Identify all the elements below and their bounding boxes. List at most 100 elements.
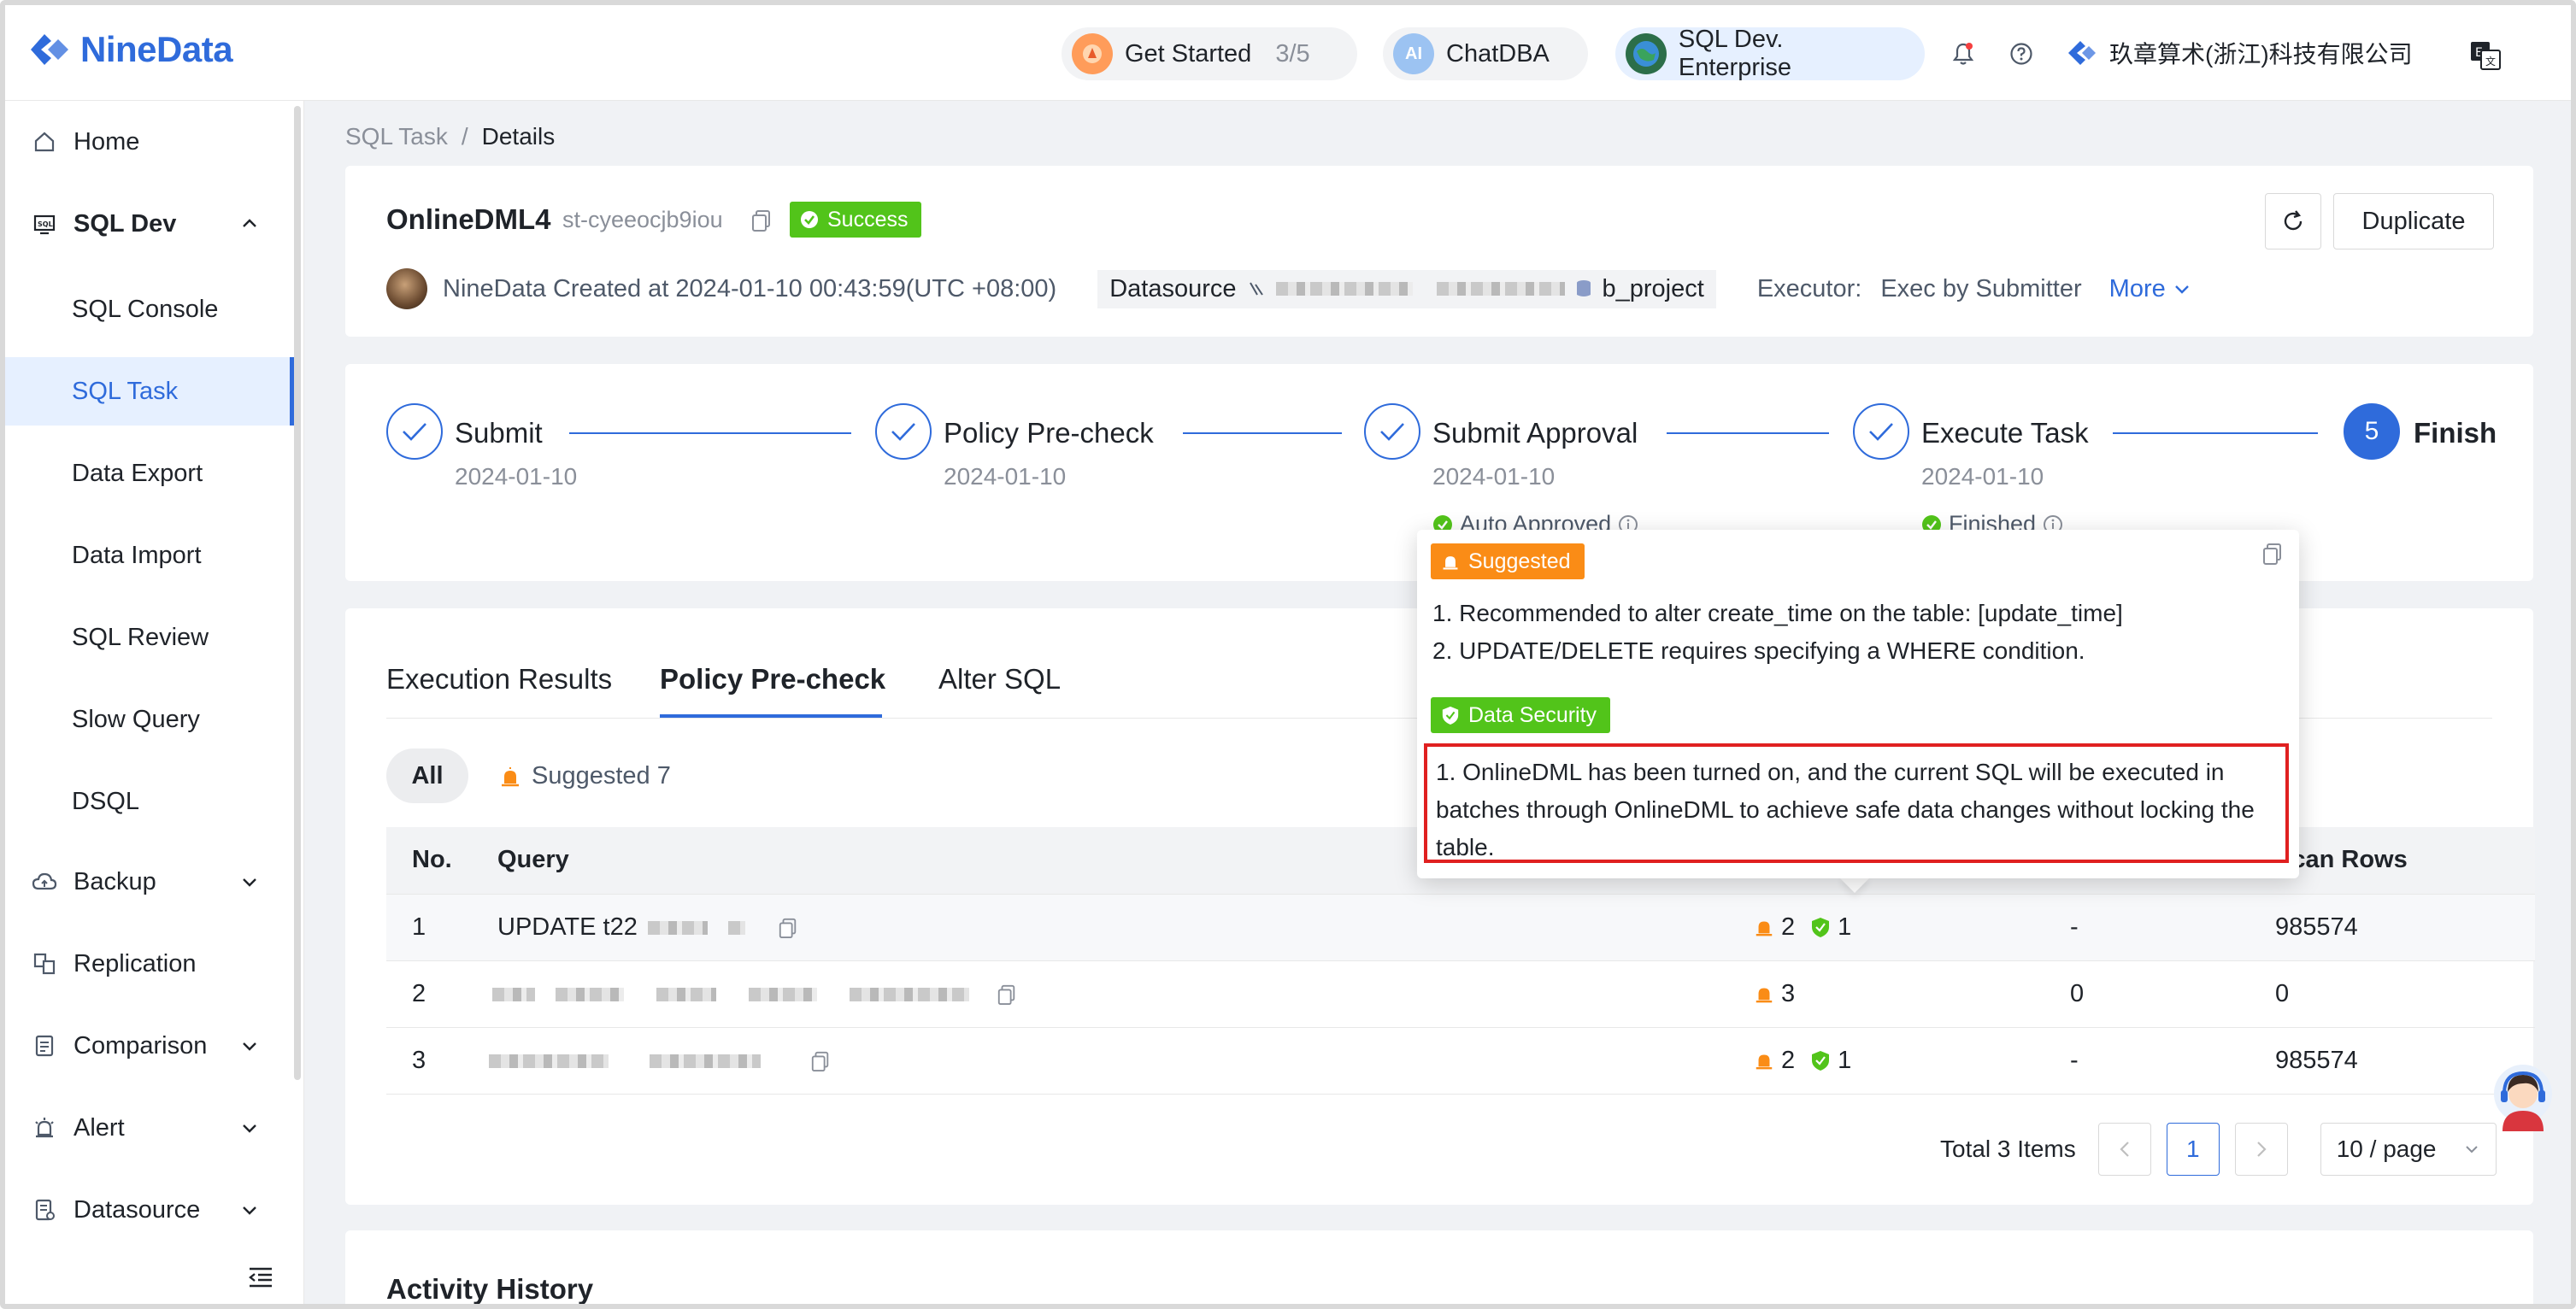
chevron-down-icon (243, 1124, 256, 1133)
company-logo-icon (2068, 41, 2096, 65)
duplicate-button[interactable]: Duplicate (2333, 193, 2494, 249)
more-link[interactable]: More (2109, 275, 2166, 303)
step-check-icon (875, 403, 932, 460)
creator-line: NineData Created at 2024-01-10 00:43:59(… (443, 274, 1057, 302)
table-row[interactable]: 3 2 1 - 985574 (386, 1027, 2535, 1095)
sidebar-item-comparison[interactable]: Comparison (5, 1012, 294, 1080)
filter-suggested-button[interactable]: Suggested 7 (499, 762, 671, 790)
redacted-query (749, 987, 818, 1001)
tab-execution-results[interactable]: Execution Results (386, 663, 612, 696)
sidebar-item-home[interactable]: Home (5, 108, 294, 176)
help-icon[interactable] (2007, 39, 2036, 68)
collapse-sidebar-icon[interactable] (246, 1263, 275, 1292)
sidebar-item-dsql[interactable]: DSQL (5, 767, 294, 836)
copy-icon[interactable] (750, 208, 773, 232)
datasource-label: Datasource (1109, 274, 1237, 302)
sidebar-item-datasource[interactable]: Datasource (5, 1176, 294, 1244)
breadcrumb-parent[interactable]: SQL Task (345, 123, 448, 150)
sidebar-scrollbar[interactable] (294, 106, 301, 1080)
support-agent-icon[interactable] (2489, 1063, 2557, 1140)
table-row[interactable]: 1 UPDATE t22 2 1 - 985574 (386, 894, 2535, 961)
company-name: 玖章算术(浙江)科技有限公司 (2109, 41, 2413, 68)
cell-no: 3 (386, 1027, 472, 1095)
get-started-button[interactable]: Get Started 3/5 (1062, 27, 1357, 80)
copy-icon[interactable] (778, 917, 798, 939)
cell-query (472, 960, 1728, 1028)
task-header-card: OnlineDML4 st-cyeeocjb9iou Success NineD… (345, 166, 2533, 337)
warn-count: 3 (1781, 979, 1796, 1007)
breadcrumb-separator: / (461, 123, 468, 150)
page-size-select[interactable]: 10 / page (2320, 1123, 2497, 1176)
edition-label: SQL Dev. Enterprise (1678, 26, 1792, 81)
sidebar-item-slow-query[interactable]: Slow Query (5, 685, 294, 754)
sidebar-item-sql-task[interactable]: SQL Task (5, 357, 294, 426)
cell-precheck[interactable]: 2 1 (1728, 894, 2044, 961)
tab-alter-sql[interactable]: Alter SQL (938, 663, 1061, 696)
bell-icon[interactable] (1949, 39, 1978, 68)
cell-no: 1 (386, 894, 472, 961)
step-number: 5 (2344, 403, 2400, 460)
sidebar-item-replication[interactable]: Replication (5, 930, 294, 998)
sidebar-item-label: SQL Dev (74, 209, 177, 238)
sidebar-item-alert[interactable]: Alert (5, 1094, 294, 1162)
chatdba-button[interactable]: AI ChatDBA (1383, 27, 1588, 80)
sidebar-item-sql-dev[interactable]: SQL SQL Dev (5, 190, 294, 258)
comparison-icon (31, 1032, 58, 1060)
redacted-query (650, 1054, 762, 1068)
total-items: Total 3 Items (1940, 1136, 2076, 1162)
step-check-icon (1853, 403, 1909, 460)
copy-icon[interactable] (997, 983, 1017, 1006)
redacted-query (489, 1054, 609, 1068)
step-connector (569, 432, 851, 434)
query-text: UPDATE t22 (497, 913, 638, 941)
cell-affected: 0 (2044, 960, 2250, 1028)
step-connector (1183, 432, 1342, 434)
company-switcher[interactable]: 玖章算术(浙江)科技有限公司 (2065, 36, 2413, 70)
filter-all-button[interactable]: All (386, 748, 468, 803)
top-header: NineData Get Started 3/5 AI ChatDBA SQL … (5, 5, 2571, 101)
filter-suggested-label: Suggested 7 (532, 762, 671, 790)
executor-value: Exec by Submitter (1880, 274, 2082, 302)
step-title: Policy Pre-check (944, 417, 1154, 449)
ninedata-logo-icon (31, 34, 68, 65)
cell-precheck[interactable]: 3 (1728, 960, 2044, 1028)
breadcrumb-current: Details (481, 123, 556, 150)
edition-button[interactable]: SQL Dev. Enterprise (1615, 26, 1925, 81)
refresh-button[interactable] (2265, 193, 2321, 249)
sidebar-item-label: SQL Review (72, 623, 209, 651)
cell-scan-rows: 985574 (2250, 894, 2535, 961)
translate-icon[interactable]: En文 (2468, 38, 2502, 72)
prev-page-button[interactable] (2097, 1123, 2151, 1176)
logo[interactable]: NineData (27, 29, 233, 70)
chevron-left-icon (2120, 1142, 2129, 1157)
tab-policy-precheck[interactable]: Policy Pre-check (660, 663, 885, 696)
sidebar-item-data-export[interactable]: Data Export (5, 439, 294, 508)
sidebar-item-sql-console[interactable]: SQL Console (5, 275, 294, 343)
table-row[interactable]: 2 3 0 0 (386, 960, 2535, 1028)
sidebar-item-backup[interactable]: Backup (5, 848, 294, 916)
next-page-button[interactable] (2234, 1123, 2288, 1176)
page-1-button[interactable]: 1 (2166, 1123, 2220, 1176)
cell-precheck[interactable]: 2 1 (1728, 1027, 2044, 1095)
copy-icon[interactable] (2261, 542, 2284, 566)
chevron-down-icon (2466, 1146, 2478, 1153)
step-check-icon (386, 403, 443, 460)
sidebar-item-label: Data Import (72, 541, 202, 569)
copy-icon[interactable] (810, 1050, 831, 1072)
redacted-host (1275, 282, 1413, 296)
step-title: Submit (455, 417, 543, 449)
svg-text:SQL: SQL (38, 220, 53, 228)
redacted-query (556, 987, 625, 1001)
redacted-query (492, 987, 535, 1001)
cloud-backup-icon (31, 868, 58, 895)
sidebar-item-data-import[interactable]: Data Import (5, 521, 294, 590)
globe-icon (1626, 33, 1667, 74)
rocket-icon (1072, 33, 1113, 74)
ai-badge-icon: AI (1393, 33, 1434, 74)
shield-icon (1812, 918, 1830, 937)
sidebar-item-label: Replication (74, 949, 197, 977)
sidebar-item-label: Comparison (74, 1031, 208, 1060)
sidebar-item-sql-review[interactable]: SQL Review (5, 603, 294, 672)
datasource-icon (31, 1196, 58, 1224)
datasource-box[interactable]: Datasource b_project (1097, 269, 1716, 308)
